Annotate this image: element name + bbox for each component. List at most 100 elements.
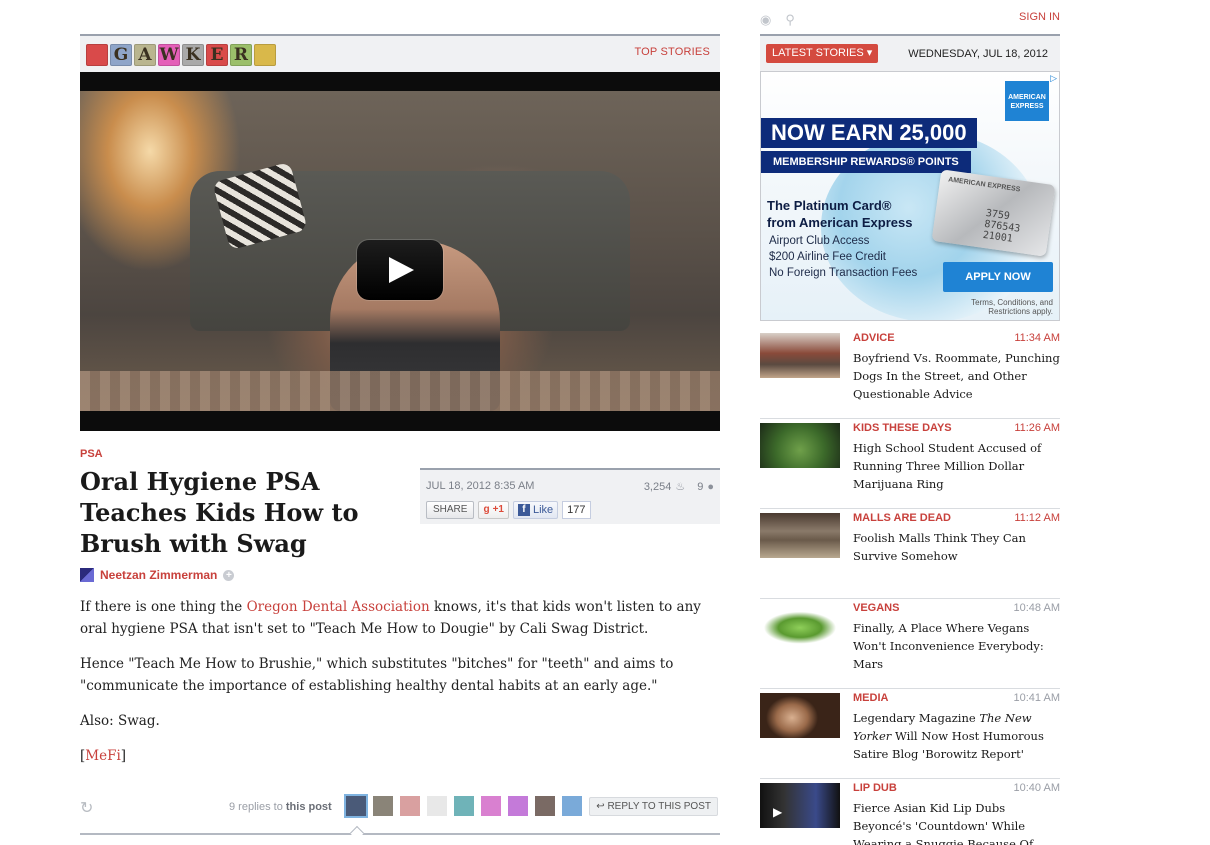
story-time: 11:34 AM bbox=[1014, 332, 1060, 344]
amex-ad[interactable]: ▷ AMERICAN EXPRESS NOW EARN 25,000 MEMBE… bbox=[760, 71, 1060, 321]
story-thumbnail[interactable] bbox=[760, 423, 840, 468]
facebook-like-button[interactable]: f Like bbox=[512, 501, 559, 519]
gawker-logo[interactable]: G A W K E R bbox=[86, 44, 276, 66]
story-category[interactable]: VEGANS bbox=[853, 602, 899, 614]
story-category[interactable]: MALLS ARE DEAD bbox=[853, 512, 951, 524]
share-row: SHARE g +1 f Like 177 bbox=[426, 501, 591, 519]
this-post-label: this post bbox=[285, 801, 332, 813]
oregon-dental-link[interactable]: Oregon Dental Association bbox=[247, 599, 430, 615]
reply-avatar[interactable] bbox=[344, 794, 368, 818]
ad-benefit: $200 Airline Fee Credit bbox=[769, 251, 886, 263]
story-category[interactable]: KIDS THESE DAYS bbox=[853, 422, 952, 434]
story-title[interactable]: High School Student Accused of Running T… bbox=[853, 439, 1060, 493]
logo-tile: E bbox=[206, 44, 228, 66]
replies-count-text: 9 replies to bbox=[229, 801, 283, 813]
play-icon bbox=[389, 257, 414, 283]
apply-now-button[interactable]: APPLY NOW bbox=[943, 262, 1053, 292]
paragraph: [MeFi] bbox=[80, 745, 720, 767]
eye-icon[interactable]: ◉ bbox=[760, 12, 771, 28]
story-thumbnail[interactable] bbox=[760, 333, 840, 378]
mefi-link[interactable]: MeFi bbox=[85, 748, 121, 764]
reply-avatar[interactable] bbox=[454, 796, 474, 816]
reply-button[interactable]: ↩ REPLY TO THIS POST bbox=[589, 797, 718, 816]
search-icon[interactable]: ⚲ bbox=[785, 12, 795, 28]
story-item[interactable]: ▶ LIP DUB 10:40 AM Fierce Asian Kid Lip … bbox=[760, 779, 1060, 845]
facebook-icon: f bbox=[517, 504, 530, 516]
story-item[interactable]: VEGANS 10:48 AM Finally, A Place Where V… bbox=[760, 599, 1060, 689]
story-title[interactable]: Fierce Asian Kid Lip Dubs Beyoncé's 'Cou… bbox=[853, 799, 1060, 845]
logo-tile: A bbox=[134, 44, 156, 66]
story-title[interactable]: Finally, A Place Where Vegans Won't Inco… bbox=[853, 619, 1060, 673]
reply-avatar[interactable] bbox=[400, 796, 420, 816]
text-span: If there is one thing the bbox=[80, 599, 247, 615]
flame-icon: ♨ bbox=[675, 481, 686, 493]
story-title[interactable]: Foolish Malls Think They Can Survive Som… bbox=[853, 529, 1060, 565]
share-button[interactable]: SHARE bbox=[426, 501, 475, 519]
reply-avatar[interactable] bbox=[562, 796, 582, 816]
reply-avatar[interactable] bbox=[427, 796, 447, 816]
story-thumbnail[interactable] bbox=[760, 513, 840, 558]
story-thumbnail[interactable] bbox=[760, 693, 840, 738]
paragraph: If there is one thing the Oregon Dental … bbox=[80, 596, 720, 640]
reply-avatar[interactable] bbox=[373, 796, 393, 816]
story-title-part: Legendary Magazine bbox=[853, 711, 980, 725]
comment-icon: ● bbox=[707, 480, 714, 493]
story-item[interactable]: KIDS THESE DAYS 11:26 AM High School Stu… bbox=[760, 419, 1060, 509]
story-title[interactable]: Boyfriend Vs. Roommate, Punching Dogs In… bbox=[853, 349, 1060, 403]
latest-stories-bar: LATEST STORIES ▾ WEDNESDAY, JUL 18, 2012 bbox=[760, 34, 1060, 72]
story-time: 11:12 AM bbox=[1014, 512, 1060, 524]
latest-stories-label: LATEST STORIES bbox=[772, 47, 864, 59]
story-category[interactable]: ADVICE bbox=[853, 332, 895, 344]
author-avatar[interactable] bbox=[80, 568, 94, 582]
article-meta-box: JUL 18, 2012 8:35 AM 3,254 ♨ 9 ● SHARE g… bbox=[420, 468, 720, 524]
ad-product-name: The Platinum Card® from American Express bbox=[767, 197, 912, 231]
follow-plus-icon[interactable]: + bbox=[223, 569, 235, 581]
video-player[interactable] bbox=[80, 72, 720, 431]
reload-icon[interactable]: ↻ bbox=[80, 798, 93, 818]
ad-product-line: The Platinum Card® bbox=[767, 198, 892, 213]
ad-benefit: No Foreign Transaction Fees bbox=[769, 267, 918, 279]
comment-count: 9 bbox=[697, 480, 704, 493]
top-stories-link[interactable]: TOP STORIES bbox=[634, 46, 710, 58]
logo-tile bbox=[254, 44, 276, 66]
logo-tile: R bbox=[230, 44, 252, 66]
reply-button-label: REPLY TO THIS POST bbox=[607, 801, 711, 812]
logo-tile: G bbox=[110, 44, 132, 66]
story-item[interactable]: MALLS ARE DEAD 11:12 AM Foolish Malls Th… bbox=[760, 509, 1060, 599]
card-brand: AMERICAN EXPRESS bbox=[947, 176, 1021, 194]
story-time: 10:41 AM bbox=[1013, 692, 1060, 704]
story-thumbnail[interactable]: ▶ bbox=[760, 783, 840, 828]
logo-tile: K bbox=[182, 44, 204, 66]
reply-avatar[interactable] bbox=[535, 796, 555, 816]
story-item[interactable]: MEDIA 10:41 AM Legendary Magazine The Ne… bbox=[760, 689, 1060, 779]
logo-tile: W bbox=[158, 44, 180, 66]
sidebar: ◉ ⚲ SIGN IN LATEST STORIES ▾ WEDNESDAY, … bbox=[760, 0, 1060, 845]
current-date: WEDNESDAY, JUL 18, 2012 bbox=[908, 48, 1048, 60]
ad-choices-icon[interactable]: ▷ bbox=[1050, 73, 1057, 84]
sign-in-link[interactable]: SIGN IN bbox=[1019, 11, 1060, 23]
story-thumbnail[interactable] bbox=[760, 603, 840, 648]
reply-avatars bbox=[344, 794, 582, 818]
rug-shape bbox=[80, 371, 720, 411]
video-frame bbox=[80, 91, 720, 411]
play-button[interactable] bbox=[357, 240, 443, 300]
story-item[interactable]: ADVICE 11:34 AM Boyfriend Vs. Roommate, … bbox=[760, 329, 1060, 419]
latest-stories-dropdown[interactable]: LATEST STORIES ▾ bbox=[766, 44, 879, 63]
play-icon: ▶ bbox=[773, 805, 783, 819]
story-time: 11:26 AM bbox=[1014, 422, 1060, 434]
view-count: 3,254 bbox=[643, 480, 672, 493]
like-label: Like bbox=[532, 504, 554, 516]
article-category[interactable]: PSA bbox=[80, 448, 103, 460]
reply-avatar[interactable] bbox=[481, 796, 501, 816]
masthead-bar: G A W K E R TOP STORIES bbox=[80, 34, 720, 72]
reply-avatar[interactable] bbox=[508, 796, 528, 816]
author-name[interactable]: Neetzan Zimmerman bbox=[100, 568, 217, 582]
author-byline: Neetzan Zimmerman + bbox=[80, 568, 235, 582]
story-category[interactable]: LIP DUB bbox=[853, 782, 897, 794]
google-plus-button[interactable]: g +1 bbox=[478, 501, 509, 519]
story-category[interactable]: MEDIA bbox=[853, 692, 888, 704]
sidebar-tools: ◉ ⚲ bbox=[760, 12, 795, 28]
ad-benefits: Airport Club Access $200 Airline Fee Cre… bbox=[769, 233, 917, 281]
story-title[interactable]: Legendary Magazine The New Yorker Will N… bbox=[853, 709, 1060, 763]
replies-bar: ↻ 9 replies to this post ↩ REPLY TO THIS… bbox=[80, 794, 720, 820]
